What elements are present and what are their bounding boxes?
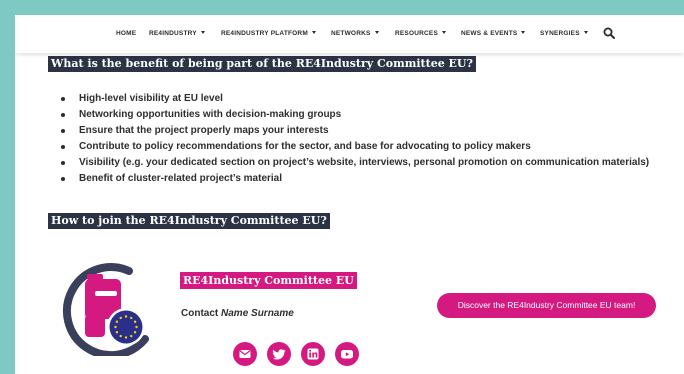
nav-item-news-events[interactable]: NEWS & EVENTS [461,30,526,37]
list-item: Networking opportunities with decision-m… [61,107,649,123]
eu-star [119,334,122,338]
youtube-button[interactable] [335,342,359,366]
join-heading: How to join the RE4Industry Committee EU… [48,213,330,229]
chevron-down-icon [374,30,379,34]
eu-star [130,316,133,320]
list-item: Visibility (e.g. your dedicated section … [61,155,649,171]
linkedin-icon [307,348,319,360]
benefits-heading: What is the benefit of being part of the… [48,56,476,72]
nav-item-re4industry[interactable]: RE4INDUSTRY [149,30,205,37]
page: HOME RE4INDUSTRY RE4INDUSTRY PLATFORM NE… [15,15,684,374]
committee-logo [62,263,149,356]
discover-team-button[interactable]: Discover the RE4Industry Committee EU te… [437,293,656,318]
eu-star [119,316,122,320]
search-icon[interactable] [603,27,615,39]
chevron-down-icon [200,30,205,34]
youtube-icon [341,350,353,359]
list-item: High-level visibility at EU level [61,91,649,107]
contact: Contact Name Surname [181,308,294,319]
nav-item-resources[interactable]: RESOURCES [395,30,446,37]
eu-star [114,325,117,329]
list-item: Ensure that the project properly maps yo… [61,123,649,139]
contact-name: Name Surname [221,308,294,319]
nav-item-label: SYNERGIES [540,30,580,37]
nav-item-label: RESOURCES [395,30,438,37]
list-item: Benefit of cluster-related project’s mat… [61,171,649,187]
eu-star [135,325,138,329]
eu-star [133,320,137,323]
linkedin-button[interactable] [301,342,325,366]
list-item: Contribute to policy recommendations for… [61,139,649,155]
eu-star [133,331,137,334]
email-button[interactable] [233,342,257,366]
nav-item-label: NEWS & EVENTS [461,30,518,37]
contact-label: Contact [181,308,219,319]
chevron-down-icon [441,30,446,34]
nav-item-label: NETWORKS [331,30,371,37]
twitter-button[interactable] [267,342,291,366]
eu-star [115,320,119,323]
eu-star [130,334,133,338]
nav-item-networks[interactable]: NETWORKS [331,30,379,37]
chevron-down-icon [521,30,526,34]
eu-star [124,336,128,339]
nav-item-label: HOME [116,30,137,37]
chevron-down-icon [311,30,316,34]
benefits-list: High-level visibility at EU level Networ… [61,91,649,187]
navbar: HOME RE4INDUSTRY RE4INDUSTRY PLATFORM NE… [15,15,684,53]
nav-item-home[interactable]: HOME [116,30,136,37]
eu-star [124,315,128,318]
nav-item-synergies[interactable]: SYNERGIES [540,30,588,37]
nav-item-label: RE4INDUSTRY [149,30,197,37]
nav-item-re4industry-platform[interactable]: RE4INDUSTRY PLATFORM [221,30,316,37]
committee-name: RE4Industry Committee EU [180,272,357,289]
chevron-down-icon [583,30,588,34]
nav-item-label: RE4INDUSTRY PLATFORM [221,30,308,37]
twitter-icon [272,349,286,360]
eu-star [115,331,119,334]
email-icon [239,350,251,358]
